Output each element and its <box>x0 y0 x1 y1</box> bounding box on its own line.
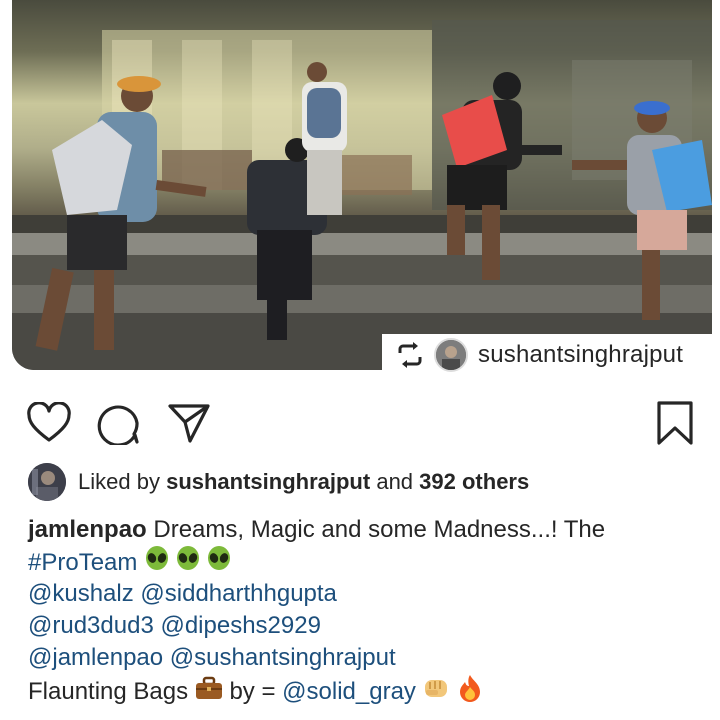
repost-avatar[interactable] <box>434 338 468 372</box>
fire-emoji-icon <box>457 674 483 711</box>
caption: jamlenpao Dreams, Magic and some Madness… <box>28 514 708 706</box>
likes-text: Liked by sushantsinghrajput and 392 othe… <box>78 469 529 495</box>
hashtag-link[interactable]: #ProTeam <box>28 549 137 576</box>
repost-icon <box>396 341 424 369</box>
heart-icon[interactable] <box>24 398 74 448</box>
flaunt-prefix: Flaunting Bags <box>28 677 189 705</box>
photo-scene <box>12 20 712 370</box>
caption-username[interactable]: jamlenpao <box>28 516 147 543</box>
likes-prefix: Liked by <box>78 469 160 494</box>
alien-emoji-icon <box>144 546 232 581</box>
fist-emoji-icon <box>423 676 451 709</box>
repost-username[interactable]: sushantsinghrajput <box>478 341 683 369</box>
caption-line-6: Flaunting Bags by = @solid_gray <box>28 674 708 706</box>
liker-avatar[interactable] <box>28 463 66 501</box>
caption-mentions-1[interactable]: @kushalz @siddharthhgupta <box>28 578 708 610</box>
caption-line-1: jamlenpao Dreams, Magic and some Madness… <box>28 514 708 546</box>
likes-row: Liked by sushantsinghrajput and 392 othe… <box>28 462 529 502</box>
caption-mentions-3[interactable]: @jamlenpao @sushantsinghrajput <box>28 642 708 674</box>
bookmark-icon[interactable] <box>650 398 700 448</box>
flaunt-mention[interactable]: @solid_gray <box>282 678 416 705</box>
caption-text: Dreams, Magic and some Madness...! The <box>153 516 606 543</box>
briefcase-emoji-icon <box>195 676 223 709</box>
likes-user-link[interactable]: sushantsinghrajput <box>166 469 370 494</box>
likes-count-link[interactable]: 392 others <box>419 469 529 494</box>
caption-line-2: #ProTeam <box>28 546 708 578</box>
likes-middle: and <box>376 469 414 494</box>
comment-icon[interactable] <box>94 398 144 448</box>
post-image[interactable] <box>12 0 712 370</box>
action-bar <box>0 398 720 452</box>
flaunt-mid: by = <box>229 677 276 705</box>
post-photo[interactable]: sushantsinghrajput <box>0 0 720 378</box>
repost-badge[interactable]: sushantsinghrajput <box>382 334 712 376</box>
caption-mentions-2[interactable]: @rud3dud3 @dipeshs2929 <box>28 610 708 642</box>
send-icon[interactable] <box>164 398 214 448</box>
